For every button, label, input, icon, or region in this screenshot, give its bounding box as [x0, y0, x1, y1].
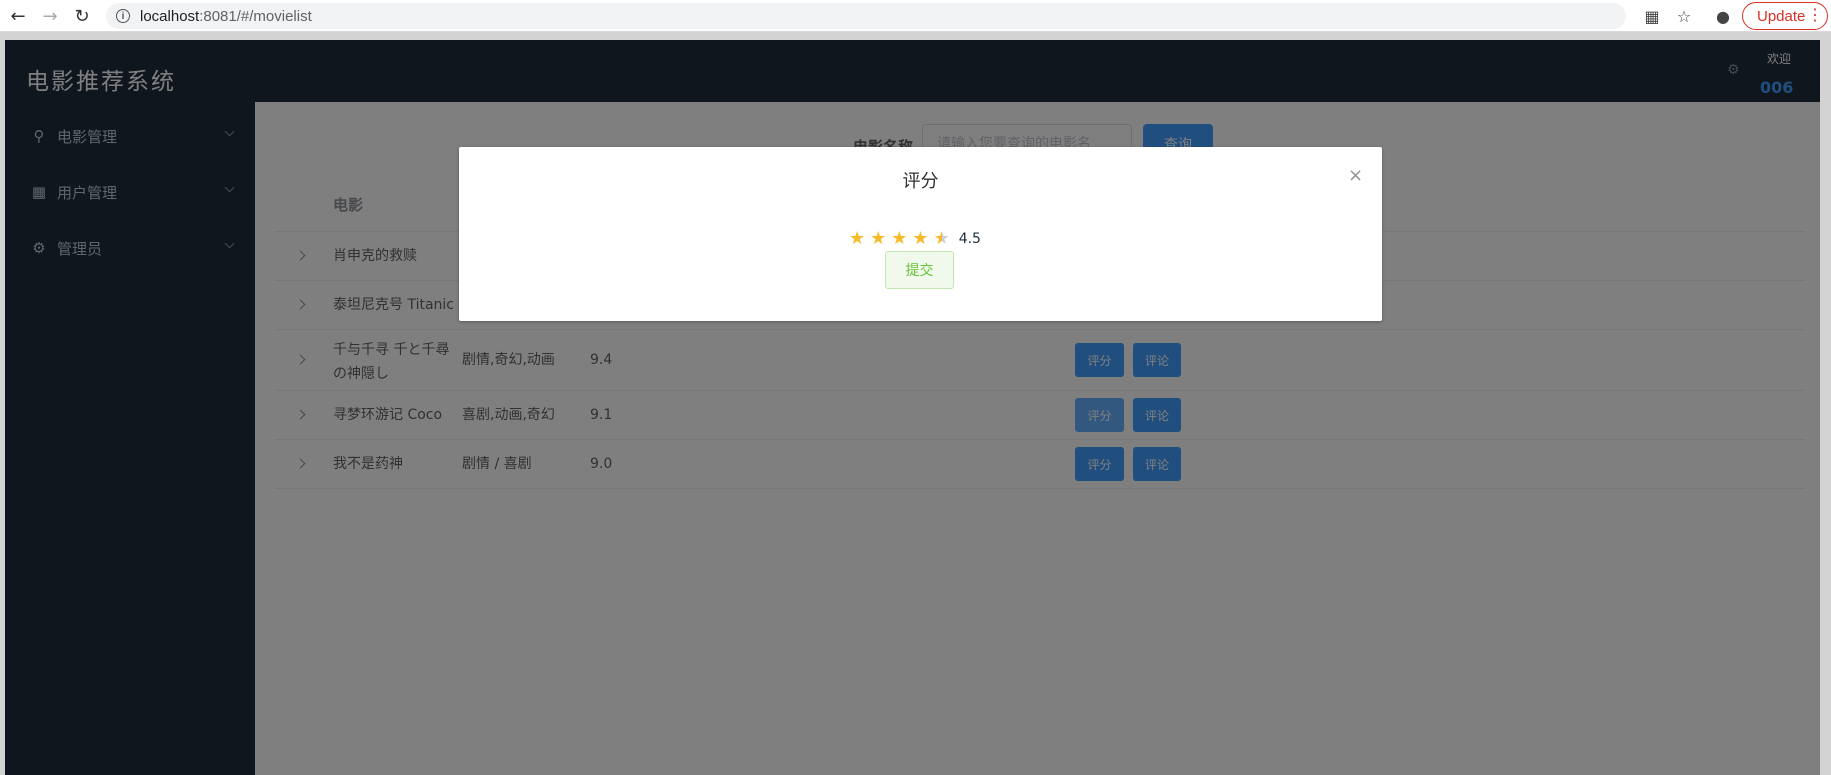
url-host: localhost — [140, 7, 200, 25]
browser-toolbar: ← → ↻ i localhost:8081/#/movielist ▦ ☆ ●… — [0, 0, 1831, 32]
bookmark-star-icon[interactable]: ☆ — [1672, 4, 1696, 28]
star-icon[interactable]: ★ — [891, 229, 907, 249]
update-button[interactable]: Update ⋮ — [1742, 2, 1828, 30]
star-icon[interactable]: ★ — [849, 229, 865, 249]
reload-icon[interactable]: ↻ — [70, 4, 94, 28]
profile-avatar-icon[interactable]: ● — [1711, 4, 1735, 28]
url-path: :8081/#/movielist — [199, 7, 312, 25]
update-label: Update — [1757, 7, 1806, 25]
menu-dots-icon[interactable]: ⋮ — [1807, 6, 1823, 26]
back-arrow-icon[interactable]: ← — [6, 4, 30, 28]
submit-button[interactable]: 提交 — [885, 251, 954, 289]
half-star-icon[interactable]: ★ — [934, 229, 950, 249]
address-bar[interactable]: i localhost:8081/#/movielist — [106, 3, 1626, 29]
star-icon[interactable]: ★ — [912, 229, 928, 249]
dialog-title: 评分 — [902, 171, 939, 192]
rating-value: 4.5 — [958, 231, 981, 247]
star-rating[interactable]: ★ ★ ★ ★ ★ 4.5 — [849, 229, 981, 249]
star-icon[interactable]: ★ — [870, 229, 886, 249]
rating-dialog: 评分 × ★ ★ ★ ★ ★ 4.5 提交 — [459, 147, 1382, 321]
close-icon[interactable]: × — [1348, 165, 1363, 186]
site-info-icon[interactable]: i — [116, 9, 130, 23]
translate-icon[interactable]: ▦ — [1640, 4, 1664, 28]
forward-arrow-icon[interactable]: → — [38, 4, 62, 28]
